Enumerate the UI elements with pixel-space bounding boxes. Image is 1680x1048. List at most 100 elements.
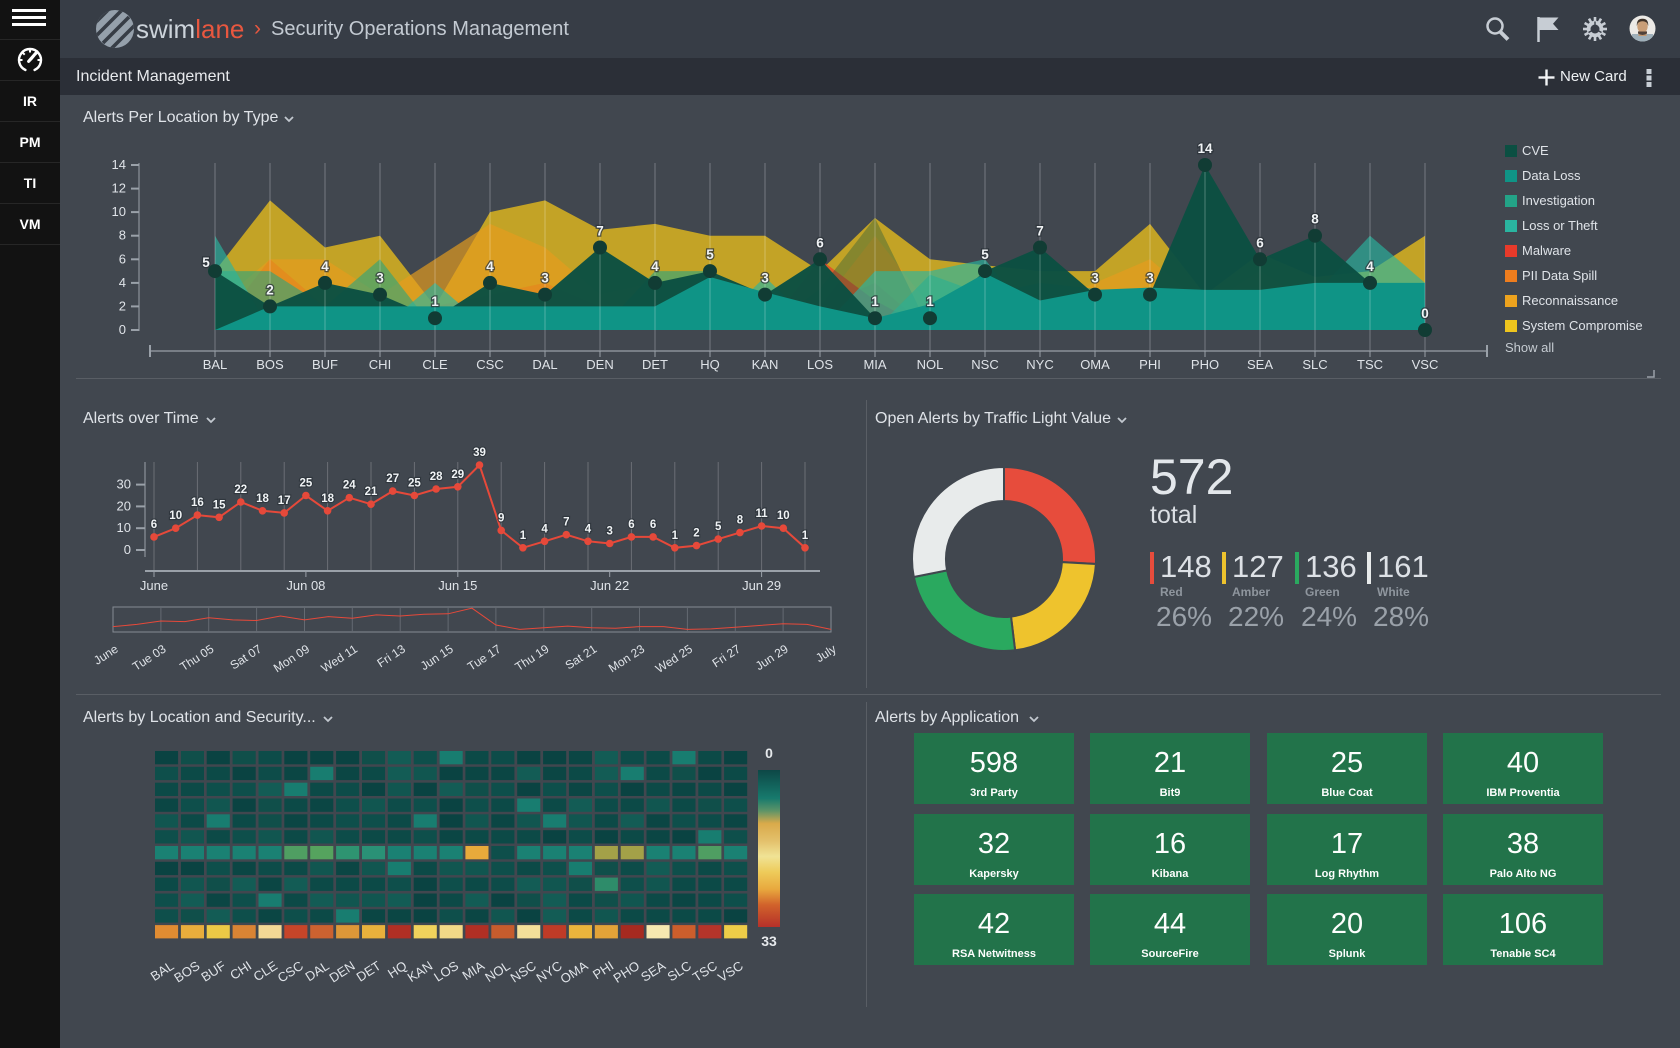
svg-text:2: 2 bbox=[693, 528, 699, 540]
svg-text:6: 6 bbox=[151, 519, 157, 531]
svg-text:Thu 19: Thu 19 bbox=[512, 642, 551, 674]
svg-text:June: June bbox=[91, 642, 121, 668]
svg-text:CHI: CHI bbox=[369, 357, 391, 372]
svg-text:Jun 15: Jun 15 bbox=[438, 578, 477, 593]
svg-text:28: 28 bbox=[430, 471, 443, 483]
svg-text:Mon 09: Mon 09 bbox=[271, 642, 312, 676]
svg-text:Mon 23: Mon 23 bbox=[606, 642, 647, 676]
svg-text:NSC: NSC bbox=[971, 357, 998, 372]
svg-text:18: 18 bbox=[321, 493, 334, 505]
svg-text:1: 1 bbox=[926, 294, 934, 309]
svg-text:Fri 13: Fri 13 bbox=[374, 642, 408, 671]
svg-text:OMA: OMA bbox=[1080, 357, 1110, 372]
svg-text:3: 3 bbox=[376, 271, 384, 286]
svg-text:PHO: PHO bbox=[1191, 357, 1219, 372]
svg-text:10: 10 bbox=[169, 510, 182, 522]
svg-text:BAL: BAL bbox=[203, 357, 228, 372]
svg-text:DET: DET bbox=[354, 958, 384, 985]
svg-text:TSC: TSC bbox=[1357, 357, 1383, 372]
svg-text:Jun 29: Jun 29 bbox=[753, 642, 791, 674]
svg-text:Wed 25: Wed 25 bbox=[653, 642, 695, 676]
svg-text:CSC: CSC bbox=[275, 958, 306, 986]
svg-text:15: 15 bbox=[213, 499, 226, 511]
svg-text:Jun 15: Jun 15 bbox=[418, 642, 456, 674]
svg-text:Jun 29: Jun 29 bbox=[742, 578, 781, 593]
svg-text:Fri 27: Fri 27 bbox=[710, 642, 744, 671]
svg-text:3: 3 bbox=[1091, 271, 1099, 286]
svg-text:5: 5 bbox=[706, 247, 714, 262]
svg-text:DET: DET bbox=[642, 357, 668, 372]
svg-text:17: 17 bbox=[278, 495, 291, 507]
svg-text:7: 7 bbox=[563, 517, 569, 529]
svg-text:29: 29 bbox=[451, 469, 464, 481]
svg-text:SLC: SLC bbox=[1302, 357, 1327, 372]
svg-text:MIA: MIA bbox=[459, 958, 487, 983]
svg-text:MIA: MIA bbox=[863, 357, 886, 372]
svg-text:SLC: SLC bbox=[665, 958, 694, 984]
svg-text:20: 20 bbox=[117, 498, 131, 513]
svg-text:5: 5 bbox=[715, 521, 722, 533]
svg-text:11: 11 bbox=[756, 508, 769, 520]
svg-text:Sat 07: Sat 07 bbox=[228, 642, 265, 673]
svg-text:DAL: DAL bbox=[532, 357, 557, 372]
svg-text:June: June bbox=[140, 578, 168, 593]
svg-text:Jun 08: Jun 08 bbox=[286, 578, 325, 593]
svg-text:22: 22 bbox=[234, 484, 247, 496]
svg-text:4: 4 bbox=[585, 523, 592, 535]
svg-text:2: 2 bbox=[119, 298, 126, 313]
svg-text:HQ: HQ bbox=[385, 958, 410, 981]
svg-text:16: 16 bbox=[191, 497, 204, 509]
svg-text:BUF: BUF bbox=[312, 357, 338, 372]
svg-text:33: 33 bbox=[761, 933, 777, 949]
svg-text:4: 4 bbox=[651, 259, 659, 274]
svg-text:CSC: CSC bbox=[476, 357, 503, 372]
svg-text:21: 21 bbox=[365, 486, 378, 498]
svg-text:25: 25 bbox=[408, 478, 421, 490]
svg-text:3: 3 bbox=[1146, 271, 1154, 286]
svg-text:Thu 05: Thu 05 bbox=[177, 642, 216, 674]
svg-text:DEN: DEN bbox=[586, 357, 613, 372]
svg-text:24: 24 bbox=[343, 480, 356, 492]
svg-text:8: 8 bbox=[119, 228, 126, 243]
svg-text:10: 10 bbox=[117, 520, 131, 535]
svg-text:BUF: BUF bbox=[198, 958, 228, 985]
svg-text:BOS: BOS bbox=[256, 357, 284, 372]
svg-text:4: 4 bbox=[321, 259, 329, 274]
svg-text:1: 1 bbox=[871, 294, 879, 309]
svg-text:NOL: NOL bbox=[917, 357, 944, 372]
svg-text:39: 39 bbox=[473, 447, 486, 459]
svg-text:25: 25 bbox=[300, 478, 313, 490]
svg-text:LOS: LOS bbox=[807, 357, 833, 372]
svg-text:PHI: PHI bbox=[590, 958, 616, 982]
svg-text:6: 6 bbox=[816, 235, 824, 250]
svg-text:1: 1 bbox=[802, 530, 809, 542]
svg-text:VSC: VSC bbox=[715, 958, 746, 985]
svg-text:3: 3 bbox=[761, 271, 769, 286]
svg-text:Sat 21: Sat 21 bbox=[563, 642, 600, 673]
svg-text:7: 7 bbox=[1036, 224, 1044, 239]
svg-text:CLE: CLE bbox=[422, 357, 448, 372]
svg-text:30: 30 bbox=[117, 477, 131, 492]
svg-text:12: 12 bbox=[112, 181, 126, 196]
svg-text:5: 5 bbox=[202, 255, 210, 270]
svg-text:3: 3 bbox=[541, 271, 549, 286]
svg-text:NYC: NYC bbox=[1026, 357, 1053, 372]
svg-text:6: 6 bbox=[628, 519, 634, 531]
svg-text:4: 4 bbox=[1366, 259, 1374, 274]
svg-text:Tue 17: Tue 17 bbox=[465, 642, 504, 674]
svg-text:Wed 11: Wed 11 bbox=[319, 642, 361, 676]
svg-text:14: 14 bbox=[1197, 141, 1213, 156]
svg-text:8: 8 bbox=[1311, 212, 1319, 227]
svg-text:4: 4 bbox=[541, 523, 548, 535]
svg-text:1: 1 bbox=[672, 530, 679, 542]
svg-text:SEA: SEA bbox=[1247, 357, 1273, 372]
svg-text:BAL: BAL bbox=[148, 958, 177, 984]
svg-text:HQ: HQ bbox=[700, 357, 720, 372]
svg-text:1: 1 bbox=[431, 294, 439, 309]
svg-text:0: 0 bbox=[765, 745, 773, 761]
svg-text:Jun 22: Jun 22 bbox=[590, 578, 629, 593]
svg-text:5: 5 bbox=[981, 247, 989, 262]
svg-text:PHI: PHI bbox=[1139, 357, 1161, 372]
svg-text:KAN: KAN bbox=[752, 357, 779, 372]
svg-text:LOS: LOS bbox=[431, 958, 461, 985]
